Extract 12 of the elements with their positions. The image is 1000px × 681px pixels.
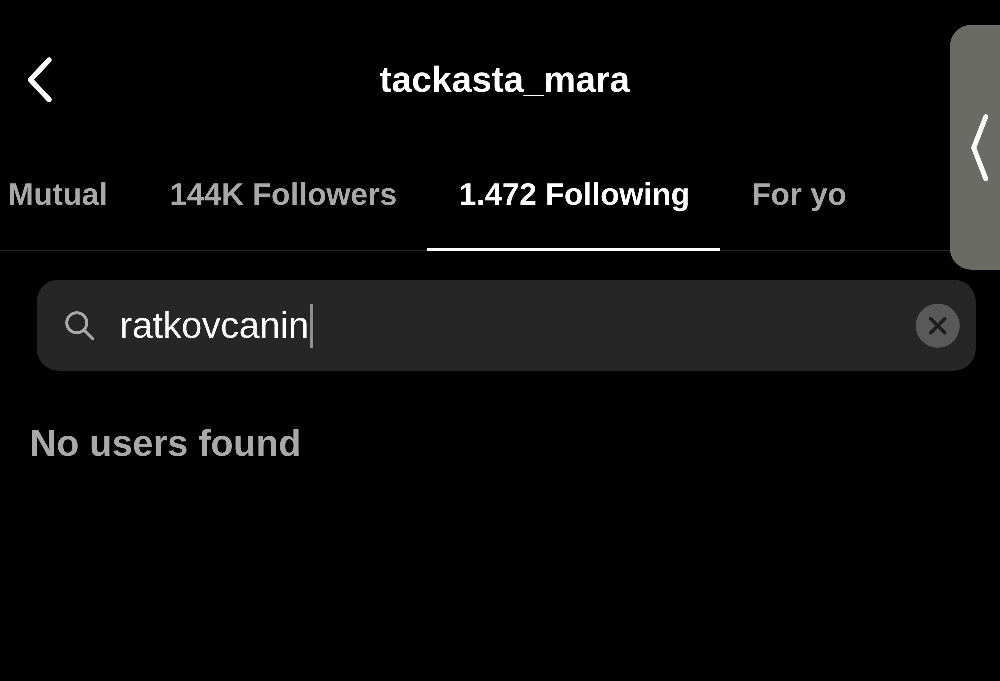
empty-message: No users found [30, 423, 302, 465]
back-icon[interactable] [26, 56, 54, 104]
tab[interactable]: Mutual [0, 160, 138, 251]
chevron-icon [970, 113, 990, 183]
tab[interactable]: 1.472 Following [427, 160, 720, 251]
search-field[interactable]: ratkovcanin [37, 280, 976, 371]
tab[interactable]: 144K Followers [138, 160, 428, 251]
clear-icon[interactable] [916, 304, 960, 348]
side-panel-handle[interactable] [950, 25, 1000, 270]
tab[interactable]: For yo [720, 160, 877, 251]
profile-title: tackasta_mara [380, 59, 630, 101]
search-icon [64, 310, 96, 342]
